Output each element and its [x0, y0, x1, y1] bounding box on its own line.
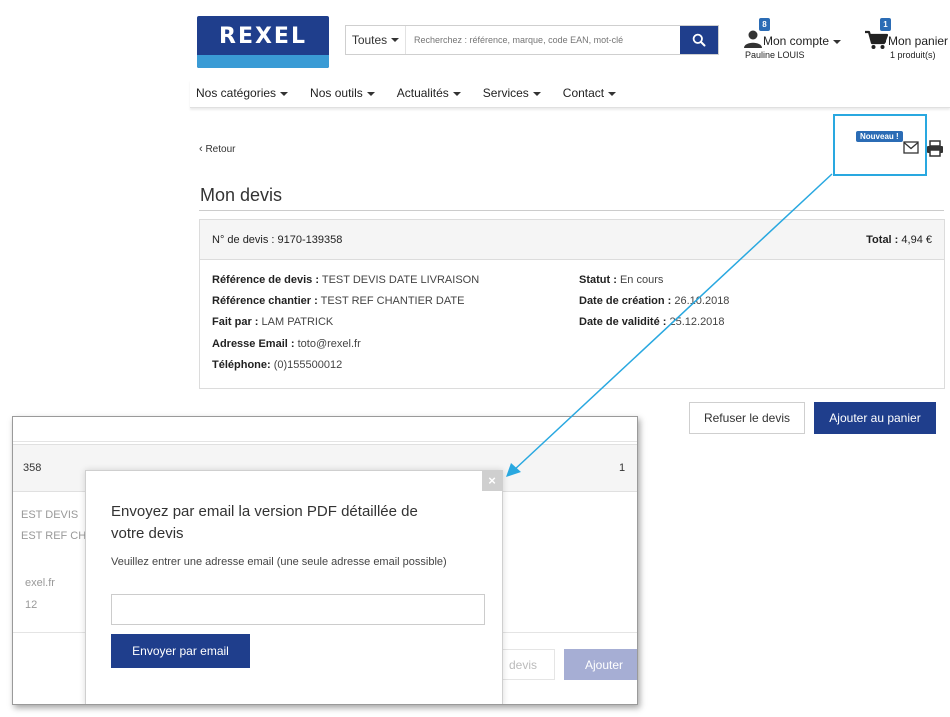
cart-count-badge: 1: [880, 18, 891, 31]
user-icon: [744, 30, 762, 48]
field-key: Fait par :: [212, 316, 259, 328]
quote-field-site-reference: Référence chantier : TEST REF CHANTIER D…: [212, 295, 464, 307]
field-key: Statut :: [579, 274, 617, 286]
chevron-down-icon: [391, 38, 400, 42]
field-value: 25.12.2018: [669, 316, 725, 328]
field-key: Date de création :: [579, 295, 672, 307]
rexel-logo[interactable]: Rexel: [197, 16, 329, 68]
chevron-down-icon: [366, 91, 375, 96]
cart-product-count: 1 produit(s): [890, 50, 936, 60]
inset-ref-2: EST REF CH: [21, 530, 87, 542]
chevron-down-icon: [452, 91, 461, 96]
quote-field-reference: Référence de devis : TEST DEVIS DATE LIV…: [212, 274, 479, 286]
chevron-down-icon: [532, 91, 541, 96]
account-label-text: Mon compte: [763, 34, 830, 48]
back-link-label: Retour: [205, 144, 236, 155]
search-input[interactable]: [406, 26, 680, 54]
field-value: 26.10.2018: [674, 295, 730, 307]
quote-total-label: Total :: [866, 234, 899, 246]
inset-add-button: Ajouter: [564, 649, 637, 680]
email-pdf-modal: × Envoyez par email la version PDF détai…: [85, 470, 503, 704]
nav-item-label: Nos outils: [310, 86, 363, 100]
zoom-inset: 358 1 EST DEVIS EST REF CH exel.fr 12 de…: [12, 416, 638, 705]
search-bar: Toutes: [345, 25, 719, 55]
main-nav: Nos catégories Nos outils Actualités Ser…: [190, 80, 950, 108]
search-scope-dropdown[interactable]: Toutes: [346, 26, 406, 54]
field-value: LAM PATRICK: [261, 316, 334, 328]
send-email-button[interactable]: Envoyer par email: [111, 634, 250, 668]
title-divider: [199, 210, 944, 211]
nav-item-services[interactable]: Services: [483, 80, 541, 100]
quote-field-status: Statut : En cours: [579, 274, 663, 286]
quote-total: Total : 4,94 €: [866, 234, 932, 246]
logo-band: [197, 55, 329, 68]
field-value: En cours: [619, 274, 664, 286]
search-icon: [692, 33, 706, 47]
nav-item-tools[interactable]: Nos outils: [310, 80, 375, 100]
add-to-cart-button[interactable]: Ajouter au panier: [814, 402, 936, 434]
nav-item-label: Contact: [562, 86, 605, 100]
page-title: Mon devis: [200, 185, 283, 205]
cart-icon: [865, 30, 888, 49]
inset-phone: 12: [25, 599, 38, 611]
field-value: toto@rexel.fr: [297, 338, 361, 350]
field-key: Référence chantier :: [212, 295, 318, 307]
chevron-down-icon: [280, 91, 289, 96]
quote-number-label: N° de devis :: [212, 234, 275, 246]
quote-field-validity: Date de validité : 25.12.2018: [579, 316, 725, 328]
quote-number-value: 9170-139358: [277, 234, 343, 246]
nav-item-label: Nos catégories: [196, 86, 277, 100]
quote-number: N° de devis : 9170-139358: [212, 234, 342, 246]
chevron-down-icon: [833, 39, 842, 44]
field-key: Adresse Email :: [212, 338, 295, 350]
quote-field-phone: Téléphone: (0)155500012: [212, 359, 342, 371]
field-value: (0)155500012: [273, 359, 343, 371]
field-value: TEST REF CHANTIER DATE: [320, 295, 465, 307]
nav-item-categories[interactable]: Nos catégories: [196, 80, 289, 100]
nav-item-contact[interactable]: Contact: [562, 80, 617, 100]
quote-field-email: Adresse Email : toto@rexel.fr: [212, 338, 361, 350]
cart-label: Mon panier: [888, 34, 949, 48]
inset-email: exel.fr: [25, 577, 55, 589]
chevron-left-icon: ‹: [199, 143, 203, 155]
nav-item-news[interactable]: Actualités: [397, 80, 461, 100]
account-notification-badge: 8: [759, 18, 770, 31]
modal-hint: Veuillez entrer une adresse email (une s…: [111, 556, 447, 568]
email-field[interactable]: [111, 594, 485, 625]
inset-quote-number: 358: [23, 462, 42, 474]
refuse-quote-button[interactable]: Refuser le devis: [689, 402, 805, 434]
field-key: Téléphone:: [212, 359, 271, 371]
quote-header: N° de devis : 9170-139358 Total : 4,94 €: [200, 220, 944, 260]
divider: [13, 441, 637, 442]
inset-quote-total: 1: [619, 462, 626, 474]
email-highlight-box: [833, 114, 927, 176]
quote-field-created: Date de création : 26.10.2018: [579, 295, 729, 307]
cart-link[interactable]: 1 Mon panier 1 produit(s): [864, 18, 950, 62]
inset-ref-1: EST DEVIS: [21, 509, 79, 521]
quote-field-made-by: Fait par : LAM PATRICK: [212, 316, 333, 328]
account-user-name: Pauline LOUIS: [745, 50, 805, 60]
chevron-down-icon: [608, 91, 617, 96]
logo-wordmark: Rexel: [219, 24, 307, 49]
nav-item-label: Services: [482, 86, 529, 100]
field-key: Référence de devis :: [212, 274, 319, 286]
search-button[interactable]: [680, 26, 718, 54]
print-icon[interactable]: [926, 140, 944, 157]
field-key: Date de validité :: [579, 316, 667, 328]
nav-item-label: Actualités: [396, 86, 449, 100]
quote-card: N° de devis : 9170-139358 Total : 4,94 €…: [199, 219, 945, 389]
account-label: Mon compte: [763, 34, 842, 48]
back-link[interactable]: ‹ Retour: [199, 143, 235, 155]
field-value: TEST DEVIS DATE LIVRAISON: [321, 274, 480, 286]
modal-title: Envoyez par email la version PDF détaill…: [111, 503, 418, 542]
search-scope-label: Toutes: [351, 33, 388, 47]
account-menu[interactable]: 8 Mon compte Pauline LOUIS: [743, 18, 853, 62]
close-icon[interactable]: ×: [482, 471, 502, 491]
quote-total-value: 4,94 €: [901, 234, 932, 246]
